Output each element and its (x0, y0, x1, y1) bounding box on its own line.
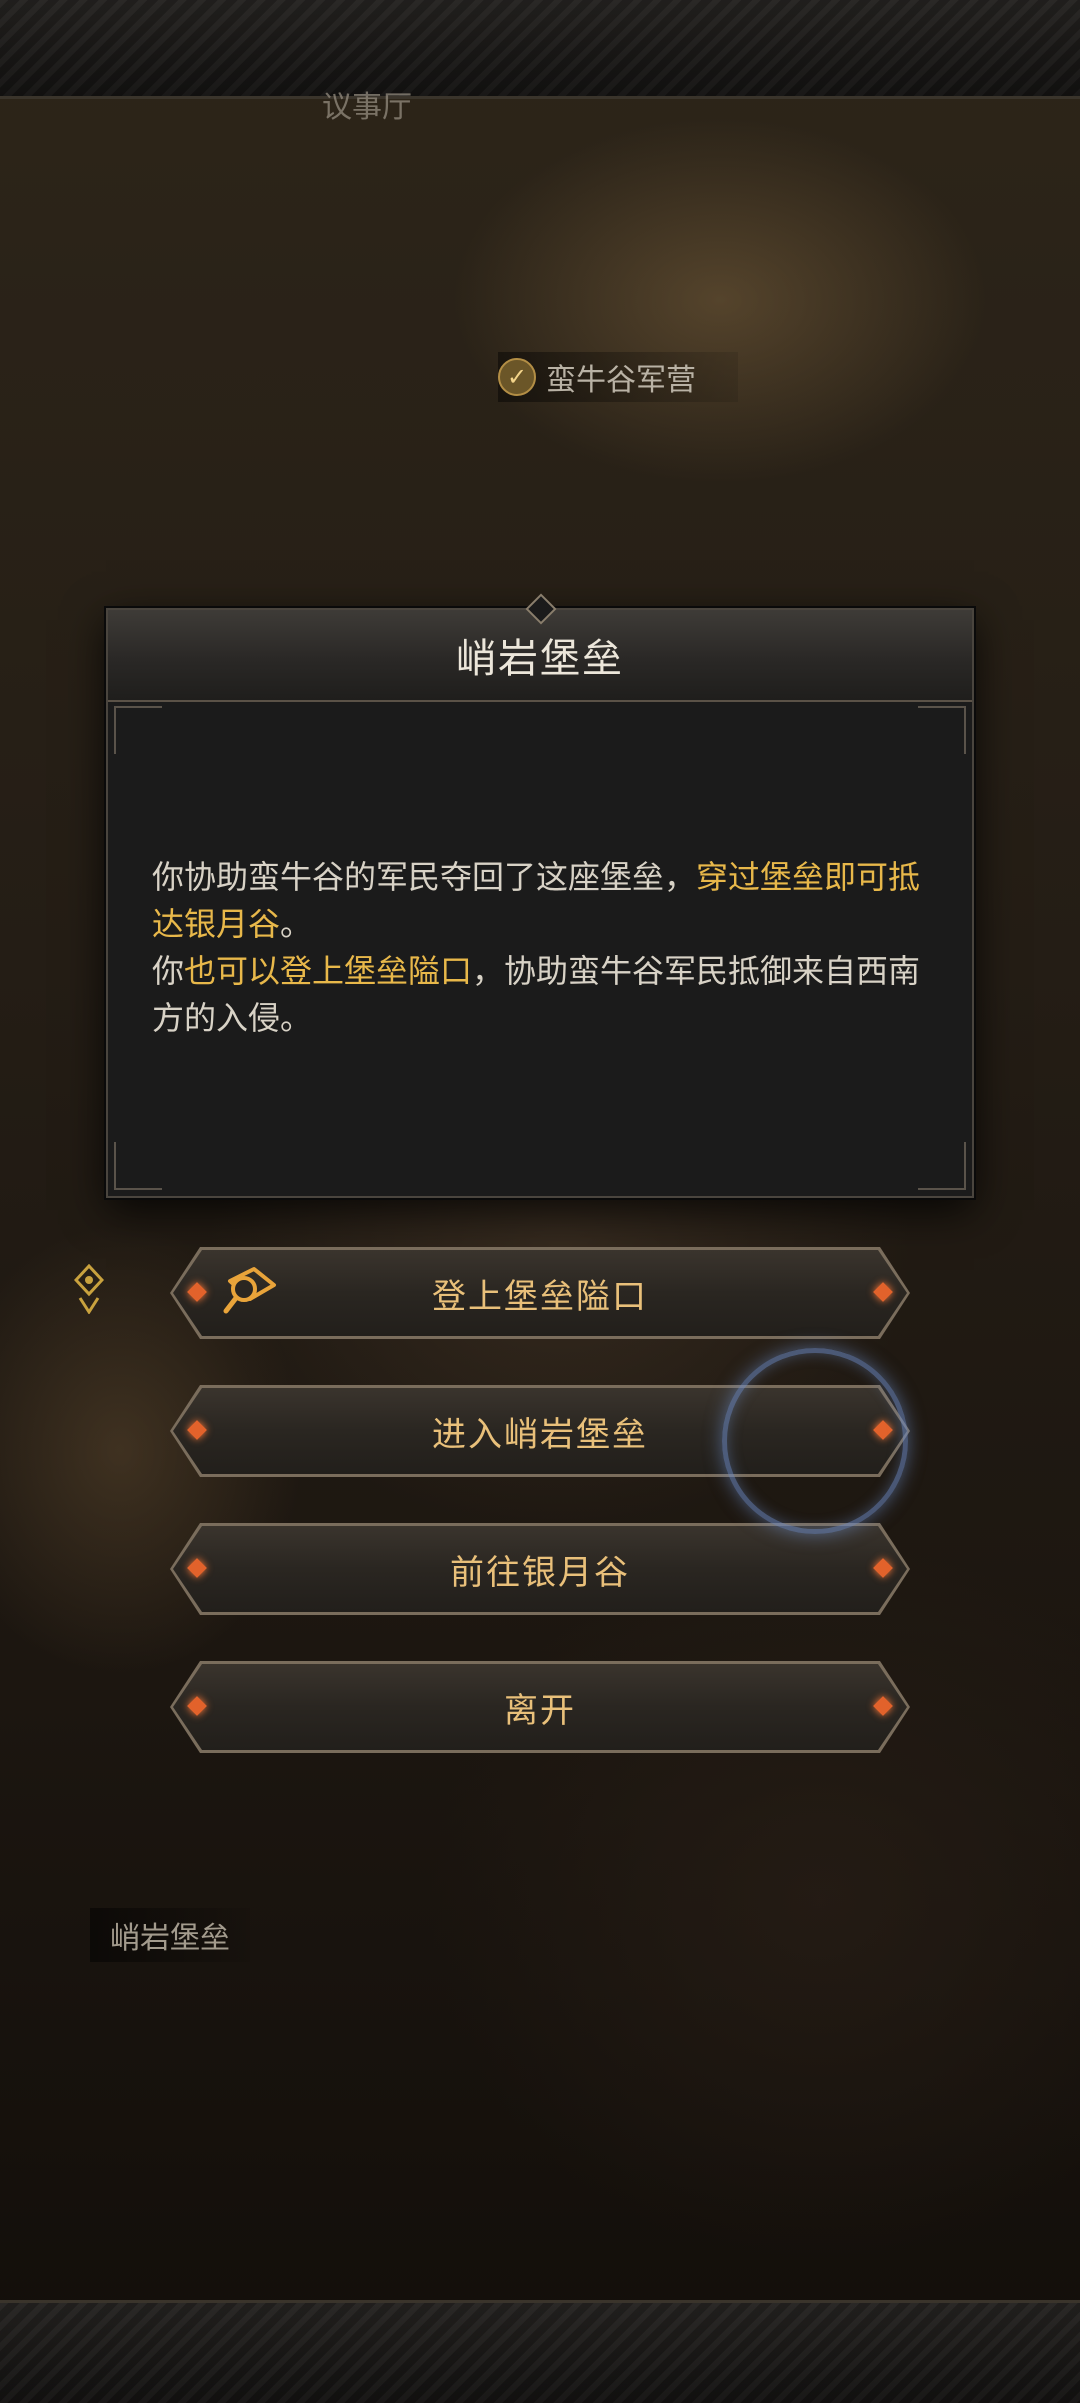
option-inner: 离开 (173, 1664, 907, 1750)
event-dialog: 峭岩堡垒 你协助蛮牛谷的军民夺回了这座堡垒，穿过堡垒即可抵达银月谷。 你也可以登… (106, 593, 974, 1198)
option-label: 前往银月谷 (450, 1552, 630, 1593)
option-label: 进入峭岩堡垒 (432, 1414, 648, 1455)
option-enter-fortress-button[interactable]: 进入峭岩堡垒 (170, 1385, 910, 1477)
option-label: 离开 (504, 1690, 576, 1731)
option-inner: 进入峭岩堡垒 (173, 1388, 907, 1474)
dialog-paragraph-1: 你协助蛮牛谷的军民夺回了这座堡垒，穿过堡垒即可抵达银月谷。 (152, 854, 932, 948)
corner-ornament (918, 706, 966, 754)
bottom-frame (0, 2300, 1080, 2403)
option-inner: 前往银月谷 (173, 1526, 907, 1612)
option-leave-button[interactable]: 离开 (170, 1661, 910, 1753)
location-marker-icon (74, 1264, 104, 1314)
map-label-hall[interactable]: 议事厅 (322, 82, 412, 126)
camp-label-text: 蛮牛谷军营 (546, 363, 696, 398)
body-text: 你 (152, 952, 185, 990)
option-climb-pass-button[interactable]: 登上堡垒隘口 (170, 1247, 910, 1339)
dialog-body: 你协助蛮牛谷的军民夺回了这座堡垒，穿过堡垒即可抵达银月谷。 你也可以登上堡垒隘口… (152, 854, 932, 1042)
body-text: 你协助蛮牛谷的军民夺回了这座堡垒， (152, 858, 697, 896)
highlight-text: 也可以登上堡垒隘口 (184, 952, 473, 990)
top-frame (0, 0, 1080, 99)
current-location-label: 峭岩堡垒 (90, 1908, 250, 1962)
check-icon: ✓ (498, 358, 536, 396)
option-inner: 登上堡垒隘口 (173, 1250, 907, 1336)
body-text: 。 (280, 905, 313, 943)
dialog-title: 峭岩堡垒 (456, 636, 624, 682)
corner-ornament (918, 1142, 966, 1190)
option-go-silvermoon-button[interactable]: 前往银月谷 (170, 1523, 910, 1615)
map-label-camp[interactable]: ✓ 蛮牛谷军营 (498, 352, 738, 402)
map-search-icon (223, 1267, 276, 1314)
option-label: 登上堡垒隘口 (432, 1276, 648, 1317)
dialog-paragraph-2: 你也可以登上堡垒隘口，协助蛮牛谷军民抵御来自西南方的入侵。 (152, 948, 932, 1042)
corner-ornament (114, 706, 162, 754)
corner-ornament (114, 1142, 162, 1190)
